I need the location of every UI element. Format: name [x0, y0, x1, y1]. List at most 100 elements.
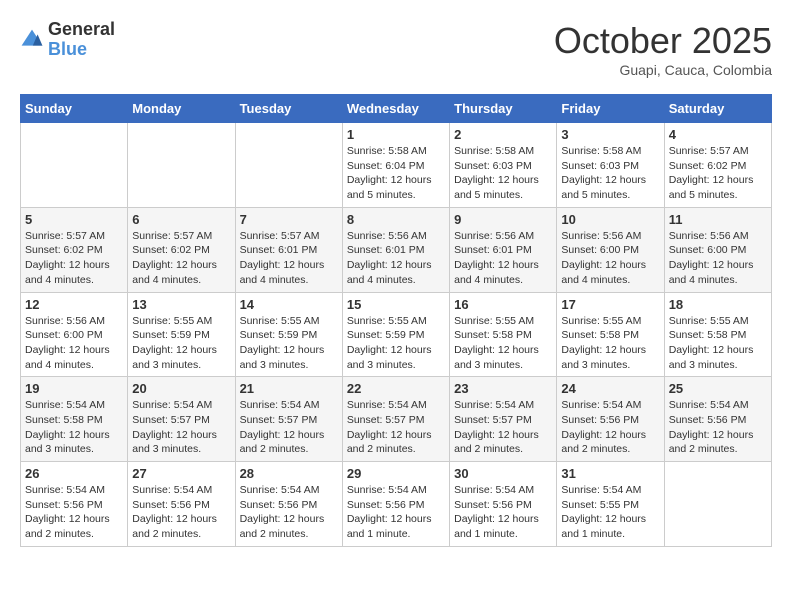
- day-info: Sunrise: 5:58 AM Sunset: 6:03 PM Dayligh…: [561, 144, 659, 203]
- day-info: Sunrise: 5:58 AM Sunset: 6:04 PM Dayligh…: [347, 144, 445, 203]
- day-number: 14: [240, 297, 338, 312]
- day-number: 29: [347, 466, 445, 481]
- logo-text: General Blue: [48, 20, 115, 60]
- day-info: Sunrise: 5:54 AM Sunset: 5:57 PM Dayligh…: [132, 398, 230, 457]
- day-cell: 22 Sunrise: 5:54 AM Sunset: 5:57 PM Dayli…: [342, 377, 449, 462]
- day-number: 25: [669, 381, 767, 396]
- day-cell: 9Sunrise: 5:56 AM Sunset: 6:01 PM Daylig…: [450, 207, 557, 292]
- day-number: 11: [669, 212, 767, 227]
- day-info: Sunrise: 5:55 AM Sunset: 5:59 PM Dayligh…: [132, 314, 230, 373]
- day-cell: 20 Sunrise: 5:54 AM Sunset: 5:57 PM Dayli…: [128, 377, 235, 462]
- day-cell: 21 Sunrise: 5:54 AM Sunset: 5:57 PM Dayli…: [235, 377, 342, 462]
- day-cell: 3 Sunrise: 5:58 AM Sunset: 6:03 PM Daylig…: [557, 123, 664, 208]
- day-info: Sunrise: 5:56 AM Sunset: 6:01 PM Dayligh…: [347, 229, 445, 288]
- day-info: Sunrise: 5:57 AM Sunset: 6:02 PM Dayligh…: [132, 229, 230, 288]
- day-cell: 14 Sunrise: 5:55 AM Sunset: 5:59 PM Dayli…: [235, 292, 342, 377]
- day-header-monday: Monday: [128, 95, 235, 123]
- day-number: 23: [454, 381, 552, 396]
- day-number: 21: [240, 381, 338, 396]
- day-number: 22: [347, 381, 445, 396]
- day-cell: 4Sunrise: 5:57 AM Sunset: 6:02 PM Daylig…: [664, 123, 771, 208]
- day-number: 27: [132, 466, 230, 481]
- day-info: Sunrise: 5:57 AM Sunset: 6:02 PM Dayligh…: [669, 144, 767, 203]
- day-info: Sunrise: 5:55 AM Sunset: 5:59 PM Dayligh…: [347, 314, 445, 373]
- day-number: 17: [561, 297, 659, 312]
- day-number: 1: [347, 127, 445, 142]
- day-info: Sunrise: 5:55 AM Sunset: 5:58 PM Dayligh…: [669, 314, 767, 373]
- day-number: 2: [454, 127, 552, 142]
- day-header-friday: Friday: [557, 95, 664, 123]
- week-row-5: 26 Sunrise: 5:54 AM Sunset: 5:56 PM Dayli…: [21, 462, 772, 547]
- day-cell: 7 Sunrise: 5:57 AM Sunset: 6:01 PM Daylig…: [235, 207, 342, 292]
- day-cell: 11 Sunrise: 5:56 AM Sunset: 6:00 PM Dayli…: [664, 207, 771, 292]
- day-number: 8: [347, 212, 445, 227]
- day-header-wednesday: Wednesday: [342, 95, 449, 123]
- day-cell: 29 Sunrise: 5:54 AM Sunset: 5:56 PM Dayli…: [342, 462, 449, 547]
- title-area: October 2025 Guapi, Cauca, Colombia: [554, 20, 772, 78]
- day-cell: 2Sunrise: 5:58 AM Sunset: 6:03 PM Daylig…: [450, 123, 557, 208]
- day-cell: 19 Sunrise: 5:54 AM Sunset: 5:58 PM Dayli…: [21, 377, 128, 462]
- day-cell: 23Sunrise: 5:54 AM Sunset: 5:57 PM Dayli…: [450, 377, 557, 462]
- day-cell: 17Sunrise: 5:55 AM Sunset: 5:58 PM Dayli…: [557, 292, 664, 377]
- day-info: Sunrise: 5:54 AM Sunset: 5:56 PM Dayligh…: [561, 398, 659, 457]
- day-cell: 27 Sunrise: 5:54 AM Sunset: 5:56 PM Dayli…: [128, 462, 235, 547]
- day-info: Sunrise: 5:56 AM Sunset: 6:00 PM Dayligh…: [25, 314, 123, 373]
- day-info: Sunrise: 5:54 AM Sunset: 5:56 PM Dayligh…: [25, 483, 123, 542]
- day-info: Sunrise: 5:54 AM Sunset: 5:57 PM Dayligh…: [347, 398, 445, 457]
- week-row-2: 5 Sunrise: 5:57 AM Sunset: 6:02 PM Daylig…: [21, 207, 772, 292]
- day-info: Sunrise: 5:56 AM Sunset: 6:01 PM Dayligh…: [454, 229, 552, 288]
- week-row-1: 1 Sunrise: 5:58 AM Sunset: 6:04 PM Daylig…: [21, 123, 772, 208]
- day-cell: [664, 462, 771, 547]
- day-number: 31: [561, 466, 659, 481]
- day-cell: 13 Sunrise: 5:55 AM Sunset: 5:59 PM Dayli…: [128, 292, 235, 377]
- day-cell: 12 Sunrise: 5:56 AM Sunset: 6:00 PM Dayli…: [21, 292, 128, 377]
- logo-icon: [20, 28, 44, 52]
- day-number: 10: [561, 212, 659, 227]
- day-cell: 18 Sunrise: 5:55 AM Sunset: 5:58 PM Dayli…: [664, 292, 771, 377]
- day-number: 26: [25, 466, 123, 481]
- day-number: 12: [25, 297, 123, 312]
- day-info: Sunrise: 5:57 AM Sunset: 6:01 PM Dayligh…: [240, 229, 338, 288]
- day-info: Sunrise: 5:55 AM Sunset: 5:59 PM Dayligh…: [240, 314, 338, 373]
- day-number: 3: [561, 127, 659, 142]
- day-cell: [128, 123, 235, 208]
- day-info: Sunrise: 5:54 AM Sunset: 5:56 PM Dayligh…: [132, 483, 230, 542]
- day-cell: 1 Sunrise: 5:58 AM Sunset: 6:04 PM Daylig…: [342, 123, 449, 208]
- logo: General Blue: [20, 20, 115, 60]
- header: General Blue October 2025 Guapi, Cauca, …: [20, 20, 772, 78]
- day-info: Sunrise: 5:54 AM Sunset: 5:56 PM Dayligh…: [454, 483, 552, 542]
- day-cell: [21, 123, 128, 208]
- day-number: 13: [132, 297, 230, 312]
- day-cell: 5 Sunrise: 5:57 AM Sunset: 6:02 PM Daylig…: [21, 207, 128, 292]
- day-info: Sunrise: 5:55 AM Sunset: 5:58 PM Dayligh…: [454, 314, 552, 373]
- month-title: October 2025: [554, 20, 772, 62]
- day-info: Sunrise: 5:56 AM Sunset: 6:00 PM Dayligh…: [669, 229, 767, 288]
- day-number: 7: [240, 212, 338, 227]
- day-cell: 6Sunrise: 5:57 AM Sunset: 6:02 PM Daylig…: [128, 207, 235, 292]
- day-header-sunday: Sunday: [21, 95, 128, 123]
- day-cell: 26 Sunrise: 5:54 AM Sunset: 5:56 PM Dayli…: [21, 462, 128, 547]
- day-cell: 31Sunrise: 5:54 AM Sunset: 5:55 PM Dayli…: [557, 462, 664, 547]
- day-info: Sunrise: 5:56 AM Sunset: 6:00 PM Dayligh…: [561, 229, 659, 288]
- day-header-thursday: Thursday: [450, 95, 557, 123]
- day-cell: [235, 123, 342, 208]
- day-info: Sunrise: 5:54 AM Sunset: 5:57 PM Dayligh…: [240, 398, 338, 457]
- day-cell: 8 Sunrise: 5:56 AM Sunset: 6:01 PM Daylig…: [342, 207, 449, 292]
- day-info: Sunrise: 5:54 AM Sunset: 5:56 PM Dayligh…: [669, 398, 767, 457]
- day-cell: 15Sunrise: 5:55 AM Sunset: 5:59 PM Dayli…: [342, 292, 449, 377]
- day-number: 18: [669, 297, 767, 312]
- day-number: 30: [454, 466, 552, 481]
- calendar-table: SundayMondayTuesdayWednesdayThursdayFrid…: [20, 94, 772, 547]
- week-row-3: 12 Sunrise: 5:56 AM Sunset: 6:00 PM Dayli…: [21, 292, 772, 377]
- location-subtitle: Guapi, Cauca, Colombia: [554, 62, 772, 78]
- day-cell: 16Sunrise: 5:55 AM Sunset: 5:58 PM Dayli…: [450, 292, 557, 377]
- day-info: Sunrise: 5:57 AM Sunset: 6:02 PM Dayligh…: [25, 229, 123, 288]
- day-cell: 25 Sunrise: 5:54 AM Sunset: 5:56 PM Dayli…: [664, 377, 771, 462]
- day-number: 20: [132, 381, 230, 396]
- week-row-4: 19 Sunrise: 5:54 AM Sunset: 5:58 PM Dayli…: [21, 377, 772, 462]
- day-info: Sunrise: 5:54 AM Sunset: 5:56 PM Dayligh…: [347, 483, 445, 542]
- day-number: 19: [25, 381, 123, 396]
- header-row: SundayMondayTuesdayWednesdayThursdayFrid…: [21, 95, 772, 123]
- day-number: 5: [25, 212, 123, 227]
- day-info: Sunrise: 5:54 AM Sunset: 5:58 PM Dayligh…: [25, 398, 123, 457]
